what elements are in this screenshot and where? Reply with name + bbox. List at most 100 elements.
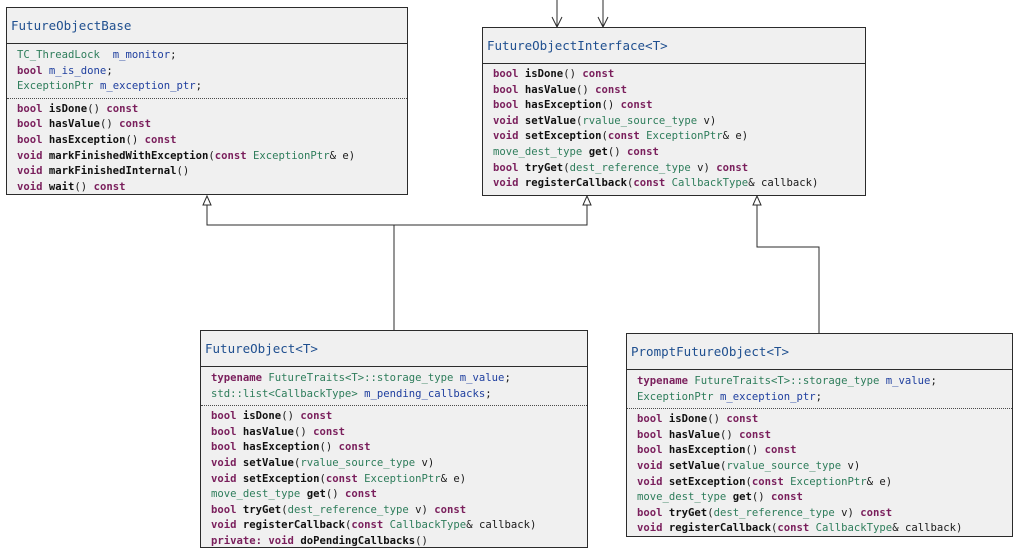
code-token: () bbox=[601, 99, 621, 112]
code-token: CallbackType bbox=[671, 177, 749, 190]
method-line: bool hasException() const bbox=[493, 98, 865, 114]
code-token: & callback) bbox=[748, 177, 819, 190]
code-token: void bbox=[637, 475, 663, 488]
class-name: PromptFutureObject<T> bbox=[627, 334, 1012, 370]
inheritance-arrowhead-interface-right bbox=[752, 194, 762, 206]
code-token: ; bbox=[930, 375, 937, 387]
code-token: & e) bbox=[329, 149, 356, 162]
method-line: bool tryGet(dest_reference_type v) const bbox=[637, 506, 1012, 522]
code-token: ExceptionPtr bbox=[253, 149, 330, 162]
code-token: const bbox=[620, 99, 653, 112]
code-token: registerCallback bbox=[242, 519, 345, 532]
code-token: m_is_done bbox=[48, 64, 107, 77]
code-token: isDone bbox=[242, 410, 282, 423]
method-line: void setException(const ExceptionPtr& e) bbox=[211, 472, 587, 488]
code-token: isDone bbox=[668, 413, 708, 426]
code-token: const bbox=[633, 177, 666, 190]
code-token: ; bbox=[106, 64, 113, 77]
code-token: const bbox=[144, 133, 177, 146]
code-token: v) bbox=[834, 506, 861, 519]
code-token: v) bbox=[697, 114, 717, 127]
code-token: private: bbox=[211, 534, 263, 547]
code-token: move_dest_type bbox=[211, 488, 301, 501]
code-token: bool bbox=[211, 503, 237, 516]
class-future-object-base[interactable]: FutureObjectBase TC_ThreadLock m_monitor;… bbox=[6, 7, 408, 195]
code-token: bool bbox=[493, 83, 519, 96]
method-line: private: void doPendingCallbacks() bbox=[211, 534, 587, 550]
class-name: FutureObjectInterface<T> bbox=[483, 28, 865, 64]
code-token: const bbox=[595, 83, 627, 96]
code-token: void bbox=[17, 165, 43, 178]
code-token: void bbox=[17, 180, 43, 193]
code-token: () bbox=[707, 413, 727, 426]
code-token: hasValue bbox=[668, 428, 720, 441]
code-token: () bbox=[745, 444, 765, 457]
method-line: void setException(const ExceptionPtr& e) bbox=[493, 129, 865, 145]
code-token: bool bbox=[17, 102, 43, 115]
code-token: markFinishedInternal bbox=[48, 165, 177, 178]
class-future-object[interactable]: FutureObject<T> typename FutureTraits<T>:… bbox=[200, 330, 588, 548]
code-token: () bbox=[607, 145, 627, 158]
code-token: bool bbox=[17, 133, 43, 146]
method-line: void registerCallback(const CallbackType… bbox=[493, 176, 865, 192]
code-token: () bbox=[415, 534, 428, 547]
code-token: () bbox=[575, 83, 596, 96]
code-token: const bbox=[344, 488, 377, 501]
code-token: setValue bbox=[668, 459, 720, 472]
code-token: const bbox=[726, 413, 759, 426]
code-token: () bbox=[325, 488, 345, 501]
code-token: markFinishedWithException bbox=[48, 149, 209, 162]
code-token: m_exception_ptr bbox=[99, 80, 196, 93]
code-token: setValue bbox=[524, 114, 576, 127]
code-token: bool bbox=[493, 161, 519, 174]
code-token: isDone bbox=[524, 68, 564, 80]
method-line: void registerCallback(const CallbackType… bbox=[637, 521, 1012, 537]
code-token: ; bbox=[485, 387, 492, 400]
code-token: v) bbox=[408, 503, 435, 516]
member-line: TC_ThreadLock m_monitor; bbox=[17, 48, 407, 64]
code-token: const bbox=[434, 503, 467, 516]
code-token: const bbox=[300, 410, 333, 423]
code-token: const bbox=[607, 130, 640, 143]
code-token: tryGet bbox=[242, 503, 282, 516]
code-token: & callback) bbox=[466, 519, 537, 532]
method-line: bool hasException() const bbox=[211, 440, 587, 456]
code-token: bool bbox=[211, 425, 237, 438]
class-name: FutureObject<T> bbox=[201, 331, 587, 367]
method-line: bool isDone() const bbox=[493, 67, 865, 83]
code-token: const bbox=[338, 441, 371, 454]
code-token: void bbox=[211, 472, 237, 485]
code-token: () bbox=[293, 425, 314, 438]
class-prompt-future-object[interactable]: PromptFutureObject<T> typename FutureTrai… bbox=[626, 333, 1013, 537]
method-line: bool isDone() const bbox=[637, 412, 1012, 428]
method-line: bool isDone() const bbox=[211, 409, 587, 425]
code-token: rvalue_source_type bbox=[582, 114, 698, 127]
code-token: TC_ThreadLock bbox=[17, 49, 100, 61]
code-token: bool bbox=[637, 506, 663, 519]
code-token: hasException bbox=[668, 444, 746, 457]
inheritance-arrowhead-base bbox=[202, 194, 212, 206]
code-token: get bbox=[588, 145, 608, 158]
code-token: FutureTraits<T>::storage_type bbox=[268, 372, 454, 384]
code-token: v) bbox=[841, 459, 861, 472]
code-token: const bbox=[119, 118, 151, 131]
code-token: & e) bbox=[440, 472, 467, 485]
code-token: wait bbox=[48, 180, 75, 193]
code-token: ExceptionPtr bbox=[790, 475, 867, 488]
code-token: hasValue bbox=[48, 118, 100, 131]
code-token: setException bbox=[524, 130, 602, 143]
code-token: const bbox=[351, 519, 384, 532]
inheritance-line-prompt bbox=[756, 205, 820, 333]
code-token: setException bbox=[668, 475, 746, 488]
member-line: typename FutureTraits<T>::storage_type m… bbox=[637, 374, 1012, 390]
methods-section: bool isDone() const bool hasValue() const… bbox=[483, 64, 865, 194]
method-line: bool hasValue() const bbox=[211, 425, 587, 441]
member-line: ExceptionPtr m_exception_ptr; bbox=[17, 79, 407, 95]
code-token: void bbox=[211, 456, 237, 469]
code-token: () bbox=[319, 441, 339, 454]
code-token: ExceptionPtr bbox=[637, 390, 714, 403]
member-line: std::list<CallbackType> m_pending_callba… bbox=[211, 387, 587, 403]
code-token: const bbox=[93, 180, 126, 193]
code-token: typename bbox=[637, 375, 689, 387]
class-future-object-interface[interactable]: FutureObjectInterface<T> bool isDone() co… bbox=[482, 27, 866, 196]
